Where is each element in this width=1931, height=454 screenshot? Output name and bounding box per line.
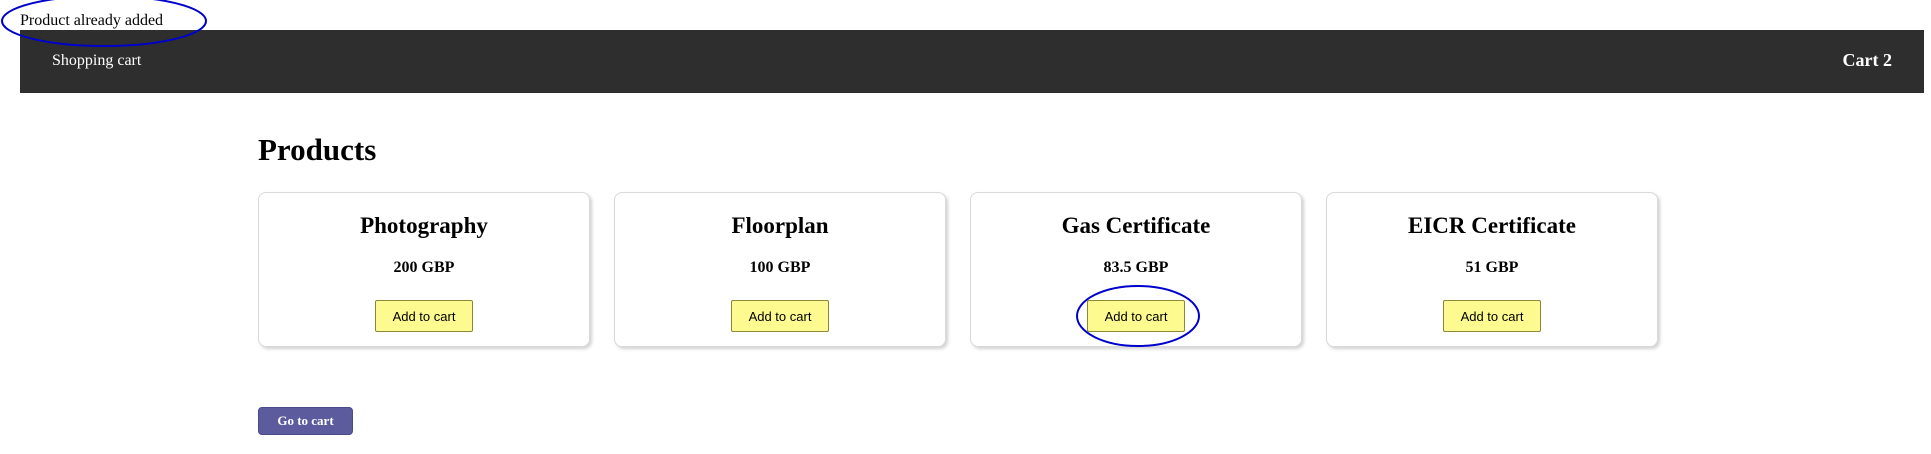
nav-shopping-cart-link[interactable]: Shopping cart — [52, 52, 141, 70]
page-title: Products — [258, 132, 377, 167]
add-to-cart-button[interactable]: Add to cart — [1443, 300, 1541, 332]
product-card-eicr-certificate: EICR Certificate 51 GBP Add to cart — [1326, 192, 1658, 347]
product-price: 51 GBP — [1465, 259, 1519, 276]
product-card-photography: Photography 200 GBP Add to cart — [258, 192, 590, 347]
product-card-floorplan: Floorplan 100 GBP Add to cart — [614, 192, 946, 347]
top-nav-bar: Shopping cart Cart 2 — [20, 30, 1924, 93]
add-to-cart-button[interactable]: Add to cart — [1087, 300, 1185, 332]
product-price: 100 GBP — [749, 259, 811, 276]
go-to-cart-button[interactable]: Go to cart — [258, 407, 353, 435]
product-card-gas-certificate: Gas Certificate 83.5 GBP Add to cart — [970, 192, 1302, 347]
add-to-cart-button[interactable]: Add to cart — [375, 300, 473, 332]
product-price: 200 GBP — [393, 259, 455, 276]
product-name: Gas Certificate — [1061, 213, 1211, 238]
product-price: 83.5 GBP — [1103, 259, 1169, 276]
status-message: Product already added — [20, 12, 164, 29]
add-to-cart-button[interactable]: Add to cart — [731, 300, 829, 332]
product-grid: Photography 200 GBP Add to cart Floorpla… — [258, 192, 1658, 347]
product-name: Floorplan — [731, 213, 829, 238]
product-name: EICR Certificate — [1408, 213, 1576, 238]
product-name: Photography — [360, 213, 488, 238]
cart-count-link[interactable]: Cart 2 — [1843, 50, 1892, 71]
